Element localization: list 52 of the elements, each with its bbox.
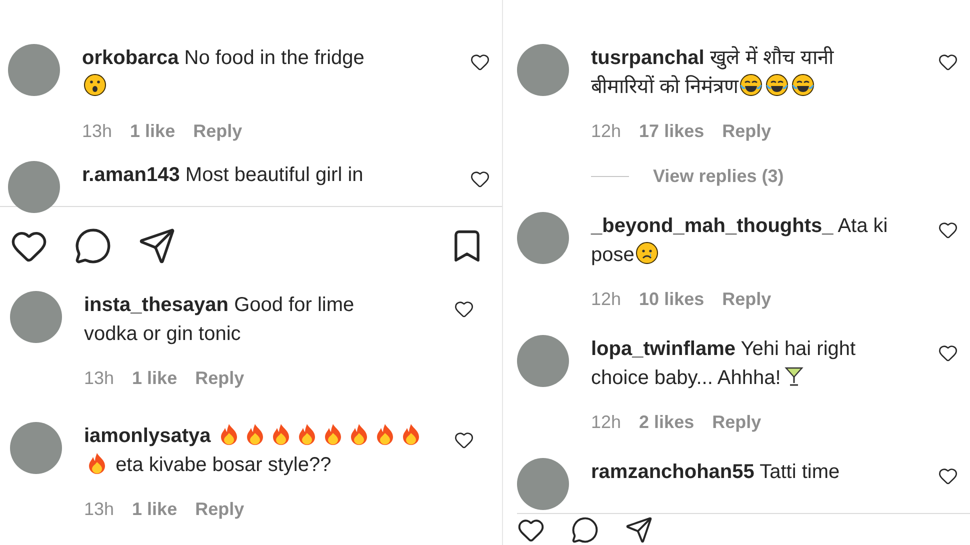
like-icon[interactable] xyxy=(938,52,958,72)
comment-text: tusrpanchal खुले में शौच यानी बीमारियों को निमंत्रण xyxy=(591,45,834,100)
avatar[interactable] xyxy=(10,422,62,474)
like-count[interactable]: 1 like xyxy=(132,496,178,523)
comment-icon[interactable] xyxy=(74,227,112,265)
reply-link[interactable]: Reply xyxy=(712,409,762,436)
reply-link[interactable]: Reply xyxy=(722,286,772,313)
like-icon[interactable] xyxy=(938,466,958,486)
crying-face-icon xyxy=(635,241,660,265)
like-count[interactable]: 17 likes xyxy=(639,118,704,145)
comment-time: 12h xyxy=(591,411,622,434)
comment-text: _beyond_mah_thoughts_ Ata ki pose xyxy=(591,214,888,268)
comment-time: 13h xyxy=(82,120,112,143)
like-count[interactable]: 2 likes xyxy=(639,409,694,436)
reply-link[interactable]: Reply xyxy=(722,118,772,145)
avatar[interactable] xyxy=(517,44,569,96)
like-count[interactable]: 10 likes xyxy=(639,286,704,313)
comment-text: orkobarca No food in the fridge xyxy=(82,44,364,102)
surprised-face-icon xyxy=(83,73,107,97)
avatar[interactable] xyxy=(517,212,569,264)
comment-text: insta_thesayan Good for lime vodka or gin tonic xyxy=(84,293,354,347)
avatar[interactable] xyxy=(10,291,62,343)
comment-text: iamonlysatya eta kivabe bosar style?? xyxy=(84,422,424,480)
like-icon[interactable] xyxy=(938,343,958,363)
comment-text: lopa_twinflame Yehi hai right choice baby... Ahhha! xyxy=(591,337,856,391)
like-icon[interactable] xyxy=(470,52,490,72)
laughing-face-icon xyxy=(739,73,764,97)
comment-text: r.aman143 Most beautiful girl in xyxy=(82,163,364,188)
reply-link[interactable]: Reply xyxy=(195,496,244,523)
avatar[interactable] xyxy=(8,44,60,96)
avatar[interactable] xyxy=(517,458,569,510)
comment-time: 13h xyxy=(84,498,114,521)
reply-link[interactable]: Reply xyxy=(195,365,244,392)
like-icon[interactable] xyxy=(454,430,474,450)
comment-time: 13h xyxy=(84,367,114,390)
share-icon[interactable] xyxy=(625,516,653,544)
avatar[interactable] xyxy=(517,335,569,387)
comment-time: 12h xyxy=(591,288,622,311)
comment-time: 12h xyxy=(591,120,622,143)
like-count[interactable]: 1 like xyxy=(130,118,176,145)
share-icon[interactable] xyxy=(138,227,176,265)
like-icon[interactable] xyxy=(470,169,490,189)
reply-link[interactable]: Reply xyxy=(193,118,242,145)
comment-text: ramzanchohan55 Tatti time xyxy=(591,460,840,485)
laughing-face-icon xyxy=(765,73,790,97)
like-icon[interactable] xyxy=(938,220,958,240)
like-icon[interactable] xyxy=(454,299,474,319)
avatar[interactable] xyxy=(8,161,60,213)
comment-icon[interactable] xyxy=(571,516,599,544)
like-count[interactable]: 1 like xyxy=(132,365,178,392)
laughing-face-icon xyxy=(791,73,816,97)
view-replies-link[interactable]: View replies (3) xyxy=(653,163,784,190)
